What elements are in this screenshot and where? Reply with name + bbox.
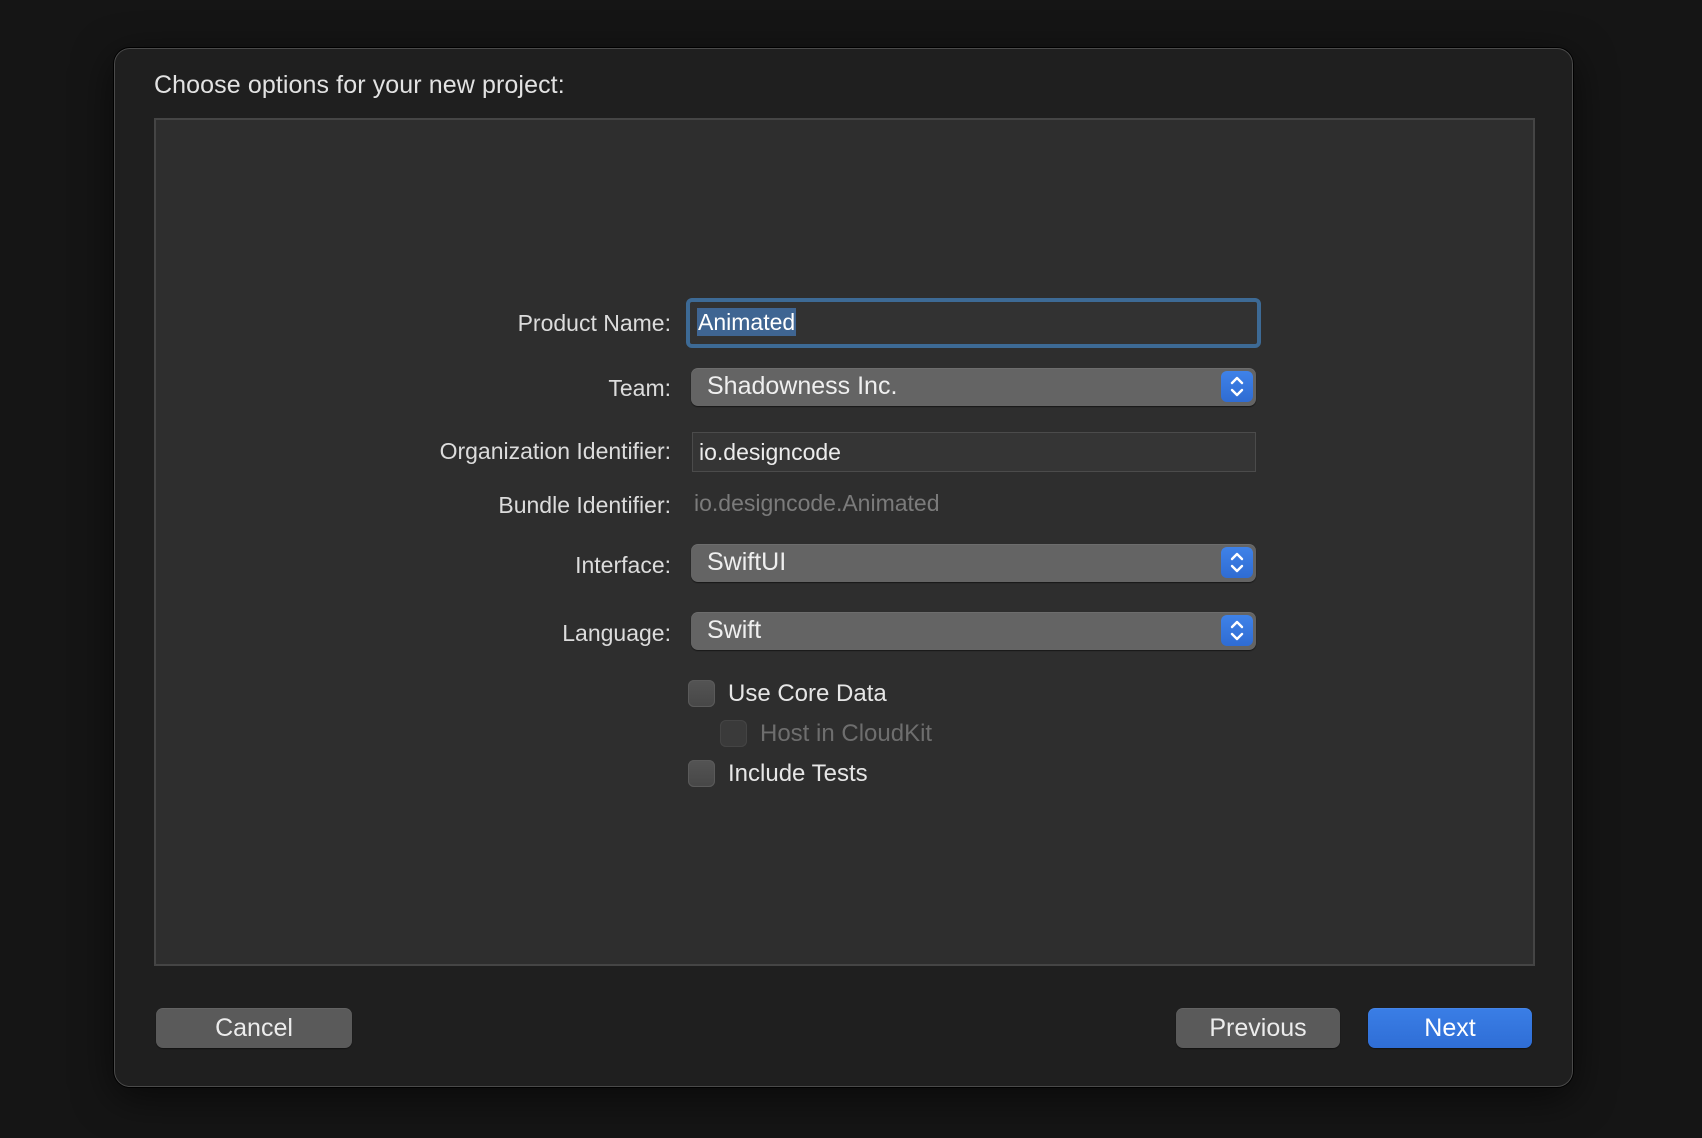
interface-popup[interactable]: SwiftUI [691, 544, 1256, 582]
bundle-identifier-label: Bundle Identifier: [498, 492, 671, 518]
include-tests-checkbox[interactable] [688, 760, 715, 787]
include-tests-label[interactable]: Include Tests [728, 760, 868, 788]
up-down-chevron-icon [1221, 615, 1253, 646]
organization-identifier-field[interactable]: io.designcode [692, 432, 1256, 472]
options-panel [154, 118, 1535, 966]
product-name-value: Animated [697, 308, 797, 336]
host-in-cloudkit-label[interactable]: Host in CloudKit [760, 720, 932, 748]
interface-value: SwiftUI [707, 548, 787, 576]
up-down-chevron-icon [1221, 547, 1253, 578]
cancel-button[interactable]: Cancel [156, 1008, 352, 1048]
next-button[interactable]: Next [1368, 1008, 1532, 1048]
use-core-data-label[interactable]: Use Core Data [728, 680, 887, 708]
organization-identifier-label: Organization Identifier: [439, 438, 671, 464]
host-in-cloudkit-checkbox[interactable] [720, 720, 747, 747]
language-label: Language: [562, 620, 671, 646]
language-value: Swift [707, 616, 762, 644]
language-popup[interactable]: Swift [691, 612, 1256, 650]
up-down-chevron-icon [1221, 371, 1253, 402]
bundle-identifier-value: io.designcode.Animated [694, 490, 940, 516]
product-name-label: Product Name: [517, 310, 671, 336]
team-value: Shadowness Inc. [707, 372, 898, 400]
team-label: Team: [608, 375, 671, 401]
team-popup[interactable]: Shadowness Inc. [691, 368, 1256, 406]
interface-label: Interface: [575, 552, 671, 578]
organization-identifier-value: io.designcode [699, 439, 841, 465]
use-core-data-checkbox[interactable] [688, 680, 715, 707]
dialog-title: Choose options for your new project: [154, 71, 565, 99]
product-name-field[interactable]: Animated [686, 298, 1261, 348]
previous-button[interactable]: Previous [1176, 1008, 1340, 1048]
